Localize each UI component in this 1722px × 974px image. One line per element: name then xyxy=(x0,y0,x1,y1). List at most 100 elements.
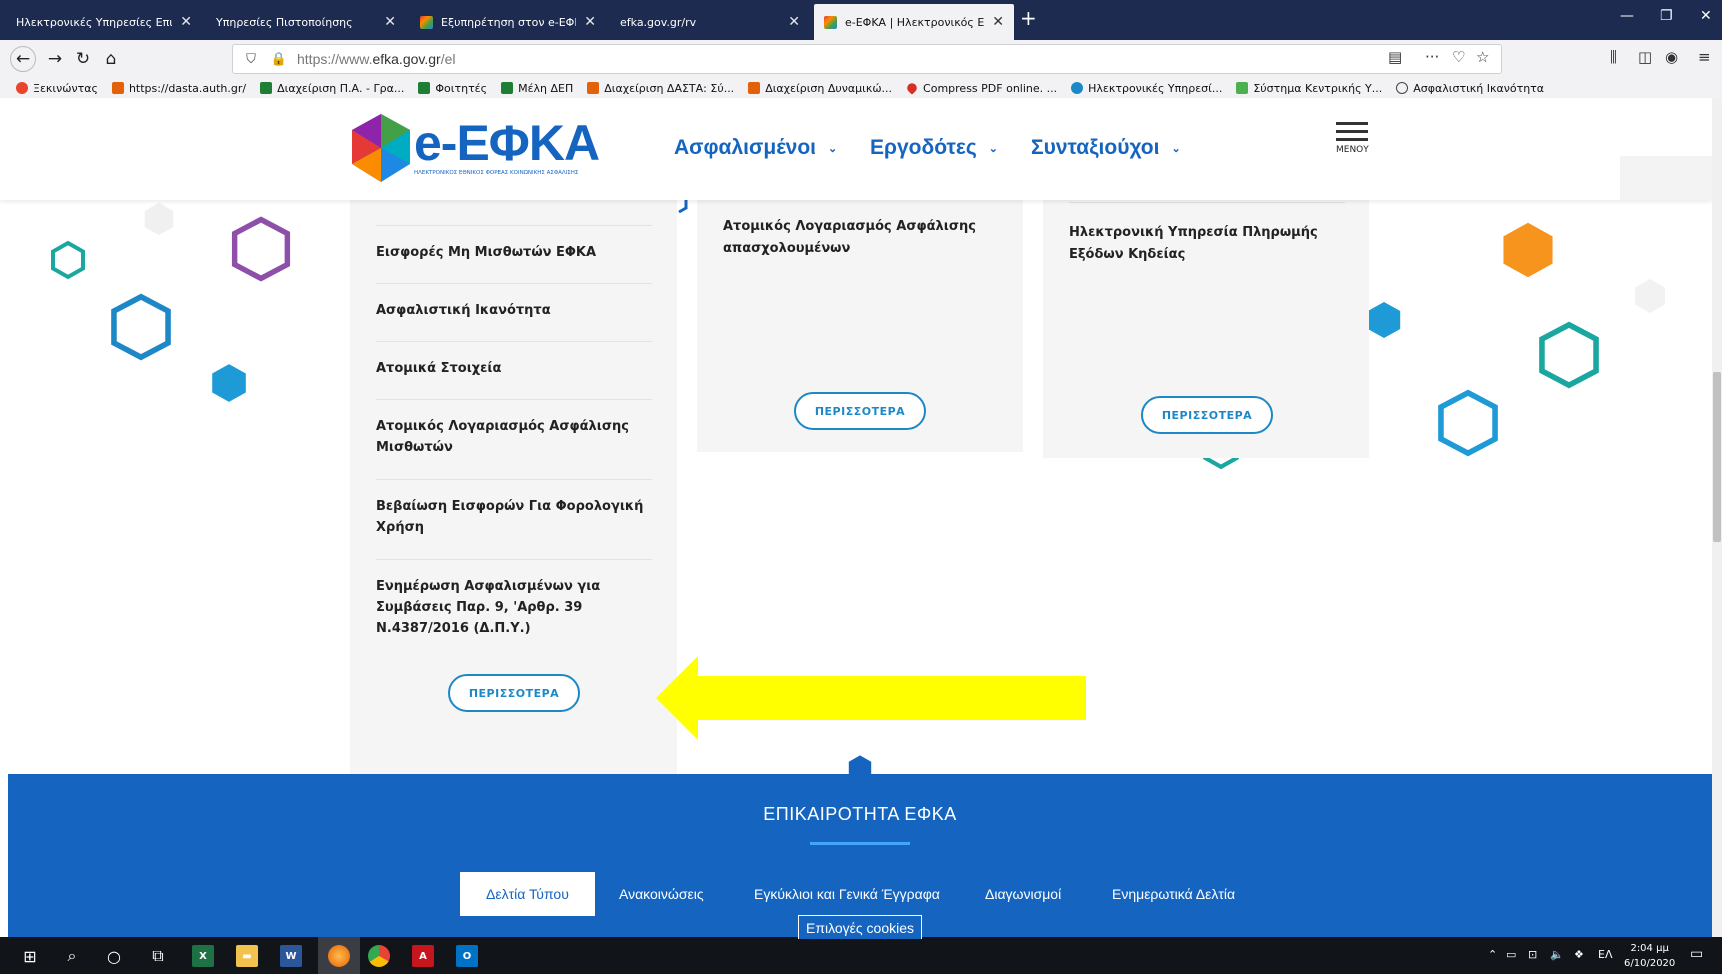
efka-logo-icon[interactable] xyxy=(346,112,416,184)
bookmark-icon xyxy=(1071,82,1084,94)
close-icon[interactable]: ✕ xyxy=(584,14,596,30)
library-icon[interactable]: ⫼ xyxy=(1610,48,1617,66)
menu-label: Ασφαλισμένοι xyxy=(674,136,817,159)
search-icon[interactable]: ⌕ xyxy=(60,944,84,968)
bookmark-item[interactable]: Διαχείριση Π.Α. - Γρα... xyxy=(260,82,404,95)
shield-icon[interactable]: ⛉ xyxy=(241,52,261,67)
list-item[interactable]: Εισφορές Μη Μισθωτών ΕΦΚΑ xyxy=(376,242,652,263)
bookmark-icon xyxy=(16,82,28,94)
cookie-options-button[interactable]: Επιλογές cookies xyxy=(798,915,922,939)
tab-announcements[interactable]: Ανακοινώσεις xyxy=(619,886,704,902)
address-bar[interactable]: ⛉ 🔒 https://www.efka.gov.gr/el xyxy=(232,44,1502,74)
home-icon[interactable]: ⌂ xyxy=(98,46,124,72)
list-item[interactable]: Ατομικά Στοιχεία xyxy=(376,358,652,379)
new-tab-button[interactable]: + xyxy=(1020,6,1037,30)
forward-icon[interactable]: → xyxy=(42,46,68,72)
cortana-icon[interactable]: ○ xyxy=(102,944,126,968)
logo-subtitle: ΗΛΕΚΤΡΟΝΙΚΟΣ ΕΘΝΙΚΟΣ ΦΟΡΕΑΣ ΚΟΙΝΩΝΙΚΗΣ Α… xyxy=(414,170,579,176)
chrome-icon[interactable] xyxy=(368,945,390,967)
menu-pensioners[interactable]: Συνταξιούχοι ⌄ xyxy=(1031,136,1181,160)
reload-icon[interactable]: ↻ xyxy=(70,46,96,72)
browser-tab-active[interactable]: e-ΕΦΚΑ | Ηλεκτρονικός Εθνικό ✕ xyxy=(814,4,1014,40)
browser-tab[interactable]: Υπηρεσίες Πιστοποίησης ✕ xyxy=(206,4,406,40)
card-title[interactable]: Ατομικός Λογαριασμός Ασφάλισης απασχολου… xyxy=(723,216,1003,260)
language-indicator[interactable]: ΕΛ xyxy=(1598,948,1612,961)
system-clock[interactable]: 2:04 μμ 6/10/2020 xyxy=(1624,941,1675,971)
list-item[interactable]: Ατομικός Λογαριασμός Ασφάλισης Μισθωτών xyxy=(376,416,652,458)
file-explorer-icon[interactable]: ▬ xyxy=(236,945,258,967)
bookmark-item[interactable]: Διαχείριση ΔΑΣΤΑ: Σύ... xyxy=(587,82,734,95)
back-icon[interactable]: ← xyxy=(10,46,36,72)
sidebar-icon[interactable]: ◫ xyxy=(1638,48,1652,66)
firefox-icon[interactable] xyxy=(328,945,350,967)
bookmark-item[interactable]: Σύστημα Κεντρικής Υ... xyxy=(1236,82,1382,95)
lock-icon[interactable]: 🔒 xyxy=(269,52,289,67)
bookmark-item[interactable]: Ασφαλιστική Ικανότητα xyxy=(1396,82,1544,95)
list-divider xyxy=(376,341,652,342)
logo-text[interactable]: e-ΕΦΚΑ xyxy=(414,114,600,172)
browser-tab[interactable]: Εξυπηρέτηση στον e-ΕΦΚΑ με ✕ xyxy=(410,4,606,40)
outlook-icon[interactable]: O xyxy=(456,945,478,967)
close-icon[interactable]: ✕ xyxy=(384,14,396,30)
hexagon-icon xyxy=(111,293,171,361)
hexagon-icon xyxy=(1438,389,1498,457)
close-icon[interactable]: ✕ xyxy=(788,14,800,30)
close-window-icon[interactable]: ✕ xyxy=(1700,8,1712,24)
account-icon[interactable]: ◉ xyxy=(1665,48,1678,66)
scrollbar-thumb[interactable] xyxy=(1713,372,1721,542)
notifications-icon[interactable]: ▭ xyxy=(1690,946,1703,962)
acrobat-icon[interactable]: A xyxy=(412,945,434,967)
bookmark-item[interactable]: Μέλη ΔΕΠ xyxy=(501,82,573,95)
bookmark-item[interactable]: Compress PDF online. ... xyxy=(905,81,1057,95)
reader-view-icon[interactable]: ▤ xyxy=(1388,48,1402,66)
list-item[interactable]: Ασφαλιστική Ικανότητα xyxy=(376,300,652,321)
more-button[interactable]: ΠΕΡΙΣΣΟΤΕΡΑ xyxy=(794,392,926,430)
chevron-down-icon: ⌄ xyxy=(828,142,838,155)
more-button[interactable]: ΠΕΡΙΣΣΟΤΕΡΑ xyxy=(448,674,580,712)
browser-tab[interactable]: efka.gov.gr/rv ✕ xyxy=(610,4,810,40)
list-divider xyxy=(376,559,652,560)
bookmark-item[interactable]: Φοιτητές xyxy=(418,82,487,95)
menu-insured[interactable]: Ασφαλισμένοι ⌄ xyxy=(674,136,837,160)
restore-icon[interactable]: ❐ xyxy=(1660,8,1673,24)
heart-icon xyxy=(905,81,919,95)
network-icon[interactable]: ⊡ xyxy=(1528,948,1537,961)
task-view-icon[interactable]: ⧉ xyxy=(146,944,170,968)
excel-icon[interactable]: X xyxy=(192,945,214,967)
close-icon[interactable]: ✕ xyxy=(992,14,1004,30)
windows-start-icon[interactable]: ⊞ xyxy=(18,944,42,968)
tab-tenders[interactable]: Διαγωνισμοί xyxy=(985,886,1061,902)
tab-newsletters[interactable]: Ενημερωτικά Δελτία xyxy=(1112,886,1235,902)
chevron-up-icon[interactable]: ⌃ xyxy=(1488,948,1497,961)
header-side-box xyxy=(1620,156,1712,200)
browser-nav-bar: ← → ↻ ⌂ ⛉ 🔒 https://www.efka.gov.gr/el ▤… xyxy=(0,40,1722,78)
site-menu-button[interactable]: ΜΕΝΟΥ xyxy=(1336,122,1369,155)
word-icon[interactable]: W xyxy=(280,945,302,967)
windows-taskbar: ⊞ ⌕ ○ ⧉ X ▬ W A O ⌃ ▭ ⊡ 🔈 ❖ ΕΛ 2:04 μμ 6… xyxy=(0,937,1722,974)
menu-employers[interactable]: Εργοδότες ⌄ xyxy=(870,136,998,160)
browser-tab[interactable]: Ηλεκτρονικές Υπηρεσίες Επιτροπή ✕ xyxy=(6,4,202,40)
bookmark-item[interactable]: https://dasta.auth.gr/ xyxy=(111,82,246,95)
bookmark-item[interactable]: Διαχείριση Δυναμικώ... xyxy=(748,82,892,95)
volume-icon[interactable]: 🔈 xyxy=(1550,948,1564,961)
list-item[interactable]: Βεβαίωση Εισφορών Για Φορολογική Χρήση xyxy=(376,496,652,538)
card-title[interactable]: Ηλεκτρονική Υπηρεσία Πληρωμής Εξόδων Κηδ… xyxy=(1069,222,1349,266)
list-item[interactable]: Ενημέρωση Ασφαλισμένων για Συμβάσεις Παρ… xyxy=(376,576,652,639)
minimize-icon[interactable]: — xyxy=(1620,8,1634,24)
menu-label: ΜΕΝΟΥ xyxy=(1336,145,1369,155)
bookmark-item[interactable]: Ηλεκτρονικές Υπηρεσί... xyxy=(1071,82,1222,95)
more-button[interactable]: ΠΕΡΙΣΣΟΤΕΡΑ xyxy=(1141,396,1273,434)
tab-circulars[interactable]: Εγκύκλιοι και Γενικά Έγγραφα xyxy=(754,886,940,902)
tab-press-releases[interactable]: Δελτία Τύπου xyxy=(460,872,595,916)
hamburger-menu-icon[interactable]: ≡ xyxy=(1698,48,1711,66)
bookmark-item[interactable]: Ξεκινώντας xyxy=(16,82,98,95)
bookmark-star-icon[interactable]: ☆ xyxy=(1476,48,1489,66)
bookmark-icon xyxy=(111,82,124,94)
close-icon[interactable]: ✕ xyxy=(180,14,192,30)
more-icon[interactable]: ··· xyxy=(1425,48,1439,66)
dropbox-icon[interactable]: ❖ xyxy=(1574,948,1584,961)
pocket-icon[interactable]: ♡ xyxy=(1452,48,1465,66)
battery-icon[interactable]: ▭ xyxy=(1506,948,1516,961)
bookmark-icon xyxy=(501,82,514,94)
tab-label: Εξυπηρέτηση στον e-ΕΦΚΑ με xyxy=(441,15,576,29)
